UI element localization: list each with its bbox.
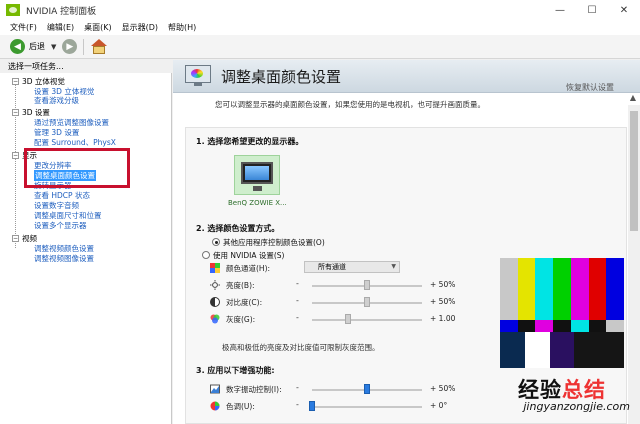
hue-slider-thumb[interactable] xyxy=(309,401,315,411)
watermark-url: jingyanzongjie.com xyxy=(523,400,630,413)
radio-other-apps-label[interactable]: 其他应用程序控制颜色设置(O) xyxy=(223,237,325,248)
color-channel-dropdown[interactable]: 所有通道 ▼ xyxy=(304,261,400,273)
vertical-scrollbar[interactable] xyxy=(628,105,640,424)
back-button-label[interactable]: 后退 xyxy=(29,41,45,52)
radio-other-apps[interactable] xyxy=(212,238,220,246)
nvidia-logo-icon xyxy=(6,4,20,16)
menu-bar: 文件(F) 编辑(E) 桌面(K) 显示器(D) 帮助(H) xyxy=(0,20,640,35)
highlight-annotation-box xyxy=(24,148,130,188)
menu-desktop[interactable]: 桌面(K) xyxy=(84,22,112,33)
scroll-up-icon[interactable]: ▲ xyxy=(626,93,640,105)
radio-nvidia-settings-label[interactable]: 使用 NVIDIA 设置(S) xyxy=(213,250,284,261)
brightness-value: + 50% xyxy=(430,280,456,289)
toolbar: ◀ 后退 ▼ ▶ xyxy=(0,35,640,59)
chevron-down-icon: ▼ xyxy=(391,263,396,270)
contrast-label: 对比度(C): xyxy=(226,298,263,307)
section-enhancements: 3. 应用以下增强功能: xyxy=(196,366,275,375)
tree-item-video-image[interactable]: 调整视频图像设置 xyxy=(34,253,94,264)
color-channel-icon xyxy=(210,263,220,273)
collapse-toggle-icon[interactable]: − xyxy=(12,235,19,242)
digital-vibrance-decrease[interactable]: - xyxy=(296,383,299,392)
gamma-decrease[interactable]: - xyxy=(296,313,299,322)
contrast-icon xyxy=(210,297,220,307)
main-content: 调整桌面颜色设置 恢复默认设置 ▲ 您可以调整显示器的桌面颜色设置，如果您使用的… xyxy=(173,60,640,424)
menu-edit[interactable]: 编辑(E) xyxy=(47,22,74,33)
gamma-value: + 1.00 xyxy=(430,314,456,323)
contrast-value: + 50% xyxy=(430,297,456,306)
forward-arrow-icon[interactable]: ▶ xyxy=(62,39,78,54)
section-select-display: 1. 选择您希望更改的显示器。 xyxy=(196,137,304,146)
title-bar: NVIDIA 控制面板 — ☐ ✕ xyxy=(0,0,640,20)
contrast-slider-thumb[interactable] xyxy=(364,297,370,307)
digital-vibrance-value: + 50% xyxy=(430,384,456,393)
hue-value: + 0° xyxy=(430,401,448,410)
maximize-button[interactable]: ☐ xyxy=(576,0,608,20)
back-dropdown-icon[interactable]: ▼ xyxy=(51,43,56,51)
gamma-icon xyxy=(210,314,220,324)
tree-item-game-ratings[interactable]: 查看游戏分级 xyxy=(34,95,79,106)
watermark-text-b: 总结 xyxy=(562,378,606,402)
restore-defaults-link[interactable]: 恢复默认设置 xyxy=(566,82,614,93)
brightness-decrease[interactable]: - xyxy=(296,279,299,288)
color-test-pattern xyxy=(500,258,625,368)
menu-help[interactable]: 帮助(H) xyxy=(168,22,196,33)
menu-display[interactable]: 显示器(D) xyxy=(122,22,158,33)
brightness-icon xyxy=(210,280,220,290)
tree-item-multiple-displays[interactable]: 设置多个显示器 xyxy=(34,220,87,231)
tree-item-surround-physx[interactable]: 配置 Surround、PhysX xyxy=(34,137,116,148)
brightness-label: 亮度(B): xyxy=(226,281,255,290)
page-title: 调整桌面颜色设置 xyxy=(221,68,342,86)
hue-slider[interactable] xyxy=(312,406,422,408)
radio-nvidia-settings[interactable] xyxy=(202,251,210,259)
digital-vibrance-slider-thumb[interactable] xyxy=(364,384,370,394)
menu-file[interactable]: 文件(F) xyxy=(10,22,37,33)
home-icon[interactable] xyxy=(90,38,108,55)
gamma-label: 灰度(G): xyxy=(226,315,256,324)
collapse-toggle-icon[interactable]: − xyxy=(12,152,19,159)
task-pane-header: 选择一项任务... xyxy=(0,60,172,73)
hue-label: 色调(U): xyxy=(226,402,255,411)
hue-icon xyxy=(210,401,220,411)
minimize-button[interactable]: — xyxy=(544,0,576,20)
page-description: 您可以调整显示器的桌面颜色设置，如果您使用的是电视机，也可提升画面质量。 xyxy=(215,100,485,109)
collapse-toggle-icon[interactable]: − xyxy=(12,78,19,85)
collapse-toggle-icon[interactable]: − xyxy=(12,109,19,116)
page-banner: 调整桌面颜色设置 恢复默认设置 xyxy=(173,60,640,93)
monitor-name: BenQ ZOWIE X... xyxy=(228,199,287,207)
color-channel-label: 颜色通道(H): xyxy=(226,264,271,273)
contrast-decrease[interactable]: - xyxy=(296,296,299,305)
monitor-selector[interactable] xyxy=(234,155,280,195)
watermark-text-a: 经验 xyxy=(518,378,562,402)
window-title: NVIDIA 控制面板 xyxy=(26,6,97,17)
color-channel-value: 所有通道 xyxy=(318,263,346,271)
back-arrow-icon[interactable]: ◀ xyxy=(10,39,25,54)
digital-vibrance-label: 数字振动控制(I): xyxy=(226,385,282,394)
toolbar-divider xyxy=(83,38,85,55)
desktop-color-icon xyxy=(185,65,211,87)
gamma-slider-thumb[interactable] xyxy=(345,314,352,324)
brightness-slider-thumb[interactable] xyxy=(364,280,370,290)
monitor-icon xyxy=(241,162,273,184)
digital-vibrance-icon xyxy=(210,384,220,394)
gamma-note: 极高和极低的亮度及对比度值可限制灰度范围。 xyxy=(222,343,380,352)
hue-decrease[interactable]: - xyxy=(296,400,299,409)
close-button[interactable]: ✕ xyxy=(608,0,640,20)
gamma-slider[interactable] xyxy=(312,319,422,321)
section-color-method: 2. 选择颜色设置方式。 xyxy=(196,224,280,233)
task-tree: − 3D 立体视觉 设置 3D 立体视觉 查看游戏分级 − 3D 设置 通过预览… xyxy=(0,73,172,424)
